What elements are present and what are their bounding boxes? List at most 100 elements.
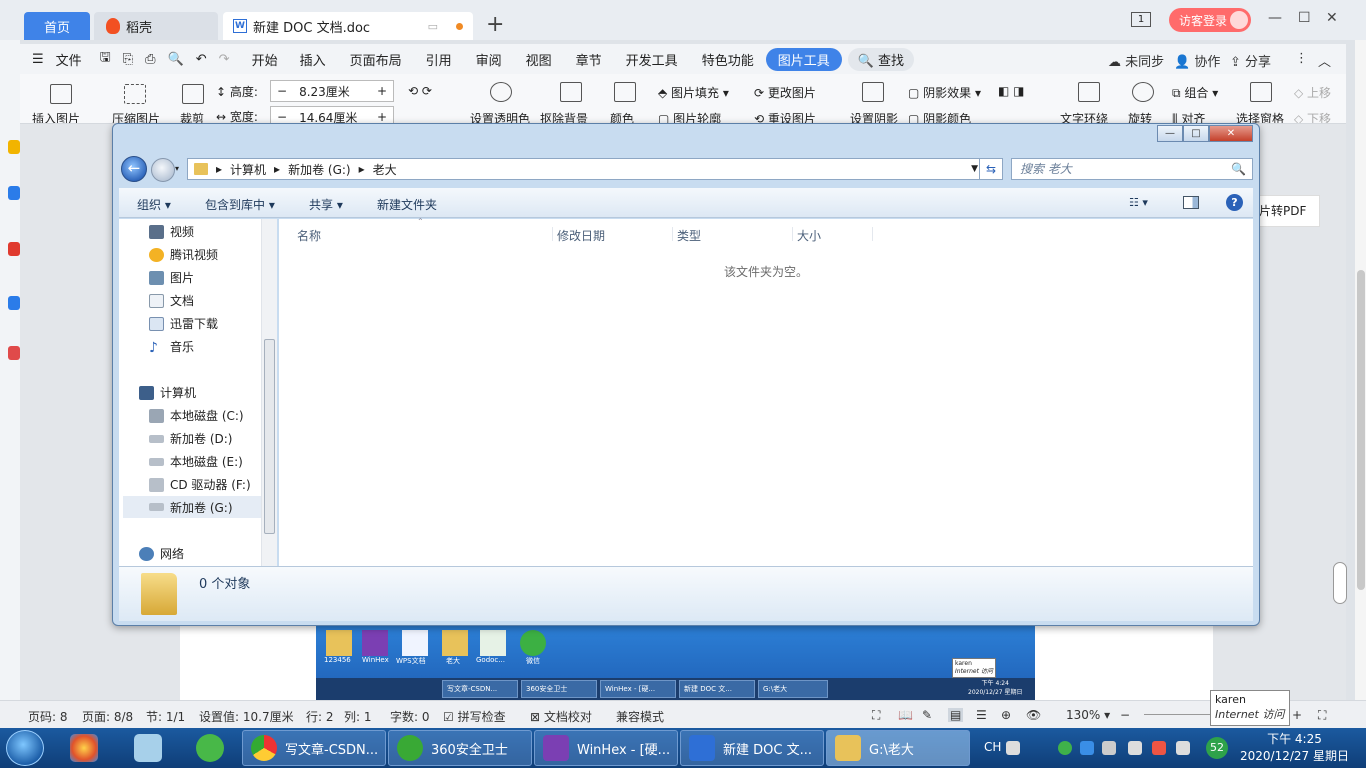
help-icon[interactable]: ? <box>1226 194 1243 211</box>
collab-button[interactable]: 👤 协作 <box>1174 51 1220 70</box>
move-down-button[interactable]: ◇ 下移 <box>1294 110 1331 123</box>
tray-badge[interactable]: 52 <box>1206 737 1228 759</box>
status-word-count[interactable]: 字数: 0 <box>390 708 430 725</box>
status-section[interactable]: 节: 1/1 <box>146 708 185 725</box>
rotate-button[interactable]: 旋转 <box>1128 110 1152 123</box>
height-stepper[interactable]: −8.23厘米 + <box>270 80 394 102</box>
page-scroll-handle[interactable] <box>1333 562 1347 604</box>
shadow-effect-button[interactable]: ▢ 阴影效果 ▾ <box>908 84 981 101</box>
width-stepper[interactable]: −14.64厘米 + <box>270 106 394 124</box>
color-button[interactable]: 颜色 <box>610 110 634 123</box>
selection-pane-icon[interactable] <box>1250 82 1272 102</box>
width-value[interactable]: 14.64厘米 <box>293 109 363 124</box>
tab-document[interactable]: W 新建 DOC 文档.doc ▭ <box>223 12 473 40</box>
zoom-in-icon[interactable]: + <box>1292 708 1302 722</box>
status-page-number[interactable]: 页码: 8 <box>28 708 68 725</box>
tab-pin-icon[interactable]: ▭ <box>428 20 438 33</box>
nav-pictures[interactable]: 图片 <box>149 269 194 286</box>
nav-scroll-thumb[interactable] <box>264 339 275 534</box>
menu-dev-tools[interactable]: 开发工具 <box>614 50 690 69</box>
print-preview-icon[interactable]: 🔍 <box>162 52 190 67</box>
taskbar-clock[interactable]: 下午 4:25 2020/12/27 星期日 <box>1240 731 1349 765</box>
color-icon[interactable] <box>614 82 636 102</box>
search-button[interactable]: 🔍 查找 <box>847 47 915 71</box>
nav-network[interactable]: 网络 <box>139 545 184 562</box>
hamburger-icon[interactable]: ☰ <box>20 52 56 67</box>
nav-xunlei[interactable]: 迅雷下载 <box>149 315 218 332</box>
column-type[interactable]: 类型 <box>673 227 793 243</box>
flag-icon[interactable] <box>1102 741 1116 755</box>
menu-start[interactable]: 开始 <box>236 50 288 69</box>
weibo-icon[interactable] <box>8 242 20 256</box>
page-view-icon[interactable]: ▤ <box>948 708 964 722</box>
menu-chapter[interactable]: 章节 <box>564 50 614 69</box>
height-value[interactable]: 8.23厘米 <box>293 83 356 100</box>
set-shadow-icon[interactable] <box>862 82 884 102</box>
read-mode-icon[interactable]: 📖 <box>898 708 913 722</box>
shadow-nudge-icon[interactable]: ◧ ◨ <box>998 84 1025 98</box>
format-painter-icon[interactable]: ⎘ <box>117 52 139 67</box>
zoom-level[interactable]: 130% ▾ <box>1066 708 1110 722</box>
signal-icon[interactable] <box>1176 741 1190 755</box>
text-wrap-button[interactable]: 文字环绕 <box>1060 110 1108 123</box>
network-tray-icon[interactable] <box>1080 741 1094 755</box>
status-row[interactable]: 行: 2 <box>306 708 334 725</box>
tab-daoke[interactable]: 稻壳 <box>94 12 218 40</box>
taskbar-chrome[interactable]: 写文章-CSDN... <box>242 730 386 766</box>
transparent-color-icon[interactable] <box>490 82 512 102</box>
new-tab-button[interactable]: + <box>486 12 504 37</box>
doc-proof-button[interactable]: ⊠ 文档校对 <box>530 708 592 725</box>
plus-icon[interactable]: + <box>371 110 393 123</box>
picture-fill-button[interactable]: ⬘ 图片填充 ▾ <box>658 84 729 101</box>
page-count-badge[interactable]: 1 <box>1131 12 1151 27</box>
start-button[interactable] <box>6 730 44 766</box>
menu-view[interactable]: 视图 <box>514 50 564 69</box>
zoom-out-icon[interactable]: − <box>1120 708 1130 722</box>
include-library-button[interactable]: 包含到库中 ▾ <box>205 196 275 213</box>
refresh-app-icon[interactable] <box>196 734 224 762</box>
explorer-maximize-button[interactable]: □ <box>1183 125 1209 142</box>
reset-picture-button[interactable]: ⟲ 重设图片 <box>754 110 816 123</box>
remove-bg-button[interactable]: 抠除背景 <box>540 110 588 123</box>
set-shadow-button[interactable]: 设置阴影 <box>850 110 898 123</box>
colorful-app-icon[interactable] <box>70 734 98 762</box>
explorer-window[interactable]: — □ ✕ ← ▾ ▸ 计算机 ▸ 新加卷 (G:) ▸ 老大 ▼ ⇆ 搜索 老… <box>112 123 1260 626</box>
keyboard-icon[interactable] <box>1006 741 1020 755</box>
sync-icon[interactable] <box>8 186 20 200</box>
column-size[interactable]: 大小 <box>793 227 873 243</box>
share-with-button[interactable]: 共享 ▾ <box>309 196 343 213</box>
security-icon[interactable] <box>1152 741 1166 755</box>
selection-pane-button[interactable]: 选择窗格 <box>1236 110 1284 123</box>
fit-page-icon[interactable]: ⛶ <box>1318 708 1326 723</box>
change-picture-button[interactable]: ⟳ 更改图片 <box>754 84 816 101</box>
group-button[interactable]: ⧉ 组合 ▾ <box>1172 84 1218 101</box>
print-icon[interactable]: ⎙ <box>139 52 161 67</box>
nav-drive-c[interactable]: 本地磁盘 (C:) <box>149 407 244 424</box>
minimize-button[interactable]: — <box>1268 10 1282 26</box>
insert-picture-icon[interactable] <box>50 84 72 104</box>
nav-drive-e[interactable]: 本地磁盘 (E:) <box>149 453 243 470</box>
to-pdf-button[interactable]: 片转PDF <box>1254 195 1320 227</box>
collapse-ribbon-icon[interactable]: ︿ <box>1318 51 1331 70</box>
insert-picture-button[interactable]: 插入图片 <box>32 110 80 123</box>
crop-button[interactable]: 裁剪 <box>180 110 204 123</box>
visitor-login-button[interactable]: 访客登录 <box>1169 8 1251 32</box>
column-name[interactable]: 名称 <box>293 227 553 243</box>
nav-video[interactable]: 视频 <box>149 223 194 240</box>
picture-outline-button[interactable]: ▢ 图片轮廓 <box>658 110 721 123</box>
new-folder-button[interactable]: 新建文件夹 <box>377 196 437 213</box>
view-options-icon[interactable]: ☷ ▾ <box>1129 196 1148 209</box>
share-button[interactable]: ⇪ 分享 <box>1230 51 1271 70</box>
close-button[interactable]: ✕ <box>1326 10 1338 26</box>
status-setting[interactable]: 设置值: 10.7厘米 <box>199 708 294 725</box>
menu-reference[interactable]: 引用 <box>414 50 464 69</box>
outline-view-icon[interactable]: ☰ <box>976 708 987 722</box>
organize-button[interactable]: 组织 ▾ <box>137 196 171 213</box>
compress-picture-button[interactable]: 压缩图片 <box>112 110 160 123</box>
breadcrumb-drive-g[interactable]: 新加卷 (G:) <box>288 161 351 178</box>
set-transparent-button[interactable]: 设置透明色 <box>470 110 530 123</box>
chevron-right-icon[interactable]: ▸ <box>359 162 365 176</box>
explorer-minimize-button[interactable]: — <box>1157 125 1183 142</box>
restore-button[interactable]: ☐ <box>1298 10 1311 26</box>
nav-tencent-video[interactable]: 腾讯视频 <box>149 246 218 263</box>
